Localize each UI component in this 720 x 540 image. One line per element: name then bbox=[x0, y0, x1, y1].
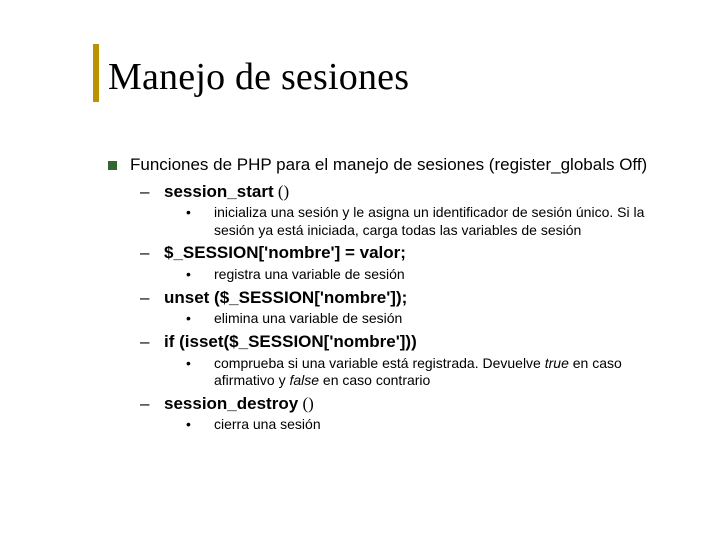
bullet-level3: • comprueba si una variable está registr… bbox=[186, 355, 668, 390]
level2-head: unset ($_SESSION['nombre']); bbox=[164, 288, 407, 307]
bullet-level2: – $_SESSION['nombre'] = valor; bbox=[140, 243, 668, 264]
level3-text: inicializa una sesión y le asigna un ide… bbox=[214, 204, 644, 238]
level2-head: $_SESSION['nombre'] = valor; bbox=[164, 243, 406, 262]
level2-head: if (isset($_SESSION['nombre'])) bbox=[164, 332, 417, 351]
bullet-level2: – if (isset($_SESSION['nombre'])) bbox=[140, 332, 668, 353]
dot-bullet-icon: • bbox=[186, 310, 191, 328]
square-bullet-icon bbox=[108, 161, 117, 170]
slide-body: Funciones de PHP para el manejo de sesio… bbox=[108, 155, 668, 438]
level2-tail: () bbox=[298, 394, 314, 413]
bullet-level2: – unset ($_SESSION['nombre']); bbox=[140, 288, 668, 309]
level2-head: session_destroy bbox=[164, 394, 298, 413]
level3-text: comprueba si una variable está registrad… bbox=[214, 355, 622, 389]
slide: Manejo de sesiones Funciones de PHP para… bbox=[0, 0, 720, 540]
dash-bullet-icon: – bbox=[140, 332, 149, 353]
level2-head: session_start bbox=[164, 182, 274, 201]
bullet-level3: • elimina una variable de sesión bbox=[186, 310, 668, 328]
bullet-level2: – session_start () bbox=[140, 182, 668, 203]
dot-bullet-icon: • bbox=[186, 204, 191, 222]
level1-text: Funciones de PHP para el manejo de sesio… bbox=[130, 155, 647, 174]
dot-bullet-icon: • bbox=[186, 266, 191, 284]
dash-bullet-icon: – bbox=[140, 394, 149, 415]
bullet-level3: • registra una variable de sesión bbox=[186, 266, 668, 284]
level3-text: cierra una sesión bbox=[214, 416, 321, 432]
slide-title: Manejo de sesiones bbox=[108, 55, 409, 99]
dot-bullet-icon: • bbox=[186, 355, 191, 373]
bullet-level3: • inicializa una sesión y le asigna un i… bbox=[186, 204, 668, 239]
level3-text: registra una variable de sesión bbox=[214, 266, 405, 282]
accent-bar bbox=[93, 44, 99, 102]
level2-tail: () bbox=[274, 182, 290, 201]
dash-bullet-icon: – bbox=[140, 182, 149, 203]
dot-bullet-icon: • bbox=[186, 416, 191, 434]
level3-text: elimina una variable de sesión bbox=[214, 310, 402, 326]
bullet-level3: • cierra una sesión bbox=[186, 416, 668, 434]
bullet-level1: Funciones de PHP para el manejo de sesio… bbox=[108, 155, 668, 176]
dash-bullet-icon: – bbox=[140, 243, 149, 264]
dash-bullet-icon: – bbox=[140, 288, 149, 309]
bullet-level2: – session_destroy () bbox=[140, 394, 668, 415]
